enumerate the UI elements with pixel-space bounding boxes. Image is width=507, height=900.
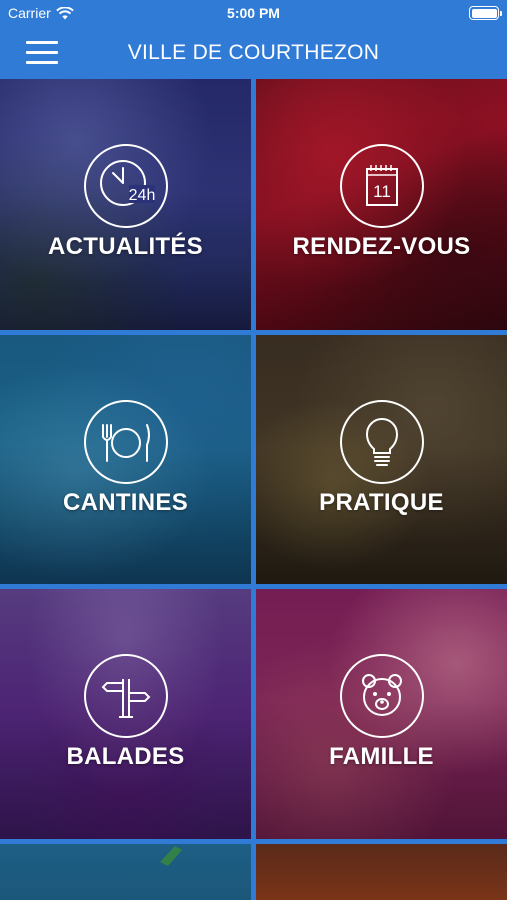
signpost-icon bbox=[83, 654, 168, 738]
tile-label-cantines: CANTINES bbox=[62, 489, 189, 516]
tile-pratique[interactable]: PRATIQUE bbox=[256, 335, 507, 584]
clock-24h-icon: 24h bbox=[83, 144, 168, 228]
tile-label-actualites: ACTUALITÉS bbox=[48, 233, 203, 260]
tile-partial-decoration bbox=[160, 846, 182, 866]
calendar-day-label: 11 bbox=[373, 182, 391, 201]
status-time: 5:00 PM bbox=[227, 5, 280, 21]
page-title: VILLE DE COURTHEZON bbox=[127, 41, 380, 64]
tile-rendez-vous[interactable]: 11 RENDEZ-VOUS bbox=[256, 79, 507, 330]
calendar-icon: 11 bbox=[339, 144, 424, 228]
teddy-bear-icon bbox=[339, 654, 424, 738]
menu-grid: 24h ACTUALITÉS 11 RENDEZ-VOUS CANTINES P… bbox=[0, 79, 507, 900]
tile-label-pratique: PRATIQUE bbox=[319, 489, 444, 516]
tile-cantines[interactable]: CANTINES bbox=[0, 335, 251, 584]
hamburger-menu-icon[interactable] bbox=[26, 40, 58, 66]
status-bar: Carrier 5:00 PM bbox=[0, 0, 507, 28]
tile-label-rendez-vous: RENDEZ-VOUS bbox=[292, 233, 471, 260]
clock-24h-label: 24h bbox=[128, 187, 155, 204]
tile-partial-left[interactable] bbox=[0, 844, 251, 900]
fork-plate-knife-icon bbox=[83, 400, 168, 484]
tile-balades[interactable]: BALADES bbox=[0, 589, 251, 839]
tile-actualites[interactable]: 24h ACTUALITÉS bbox=[0, 79, 251, 330]
tile-partial-right[interactable] bbox=[256, 844, 507, 900]
battery-icon bbox=[469, 6, 502, 20]
tile-label-balades: BALADES bbox=[66, 743, 185, 770]
tile-label-famille: FAMILLE bbox=[329, 743, 434, 770]
nav-bar: VILLE DE COURTHEZON bbox=[0, 28, 507, 78]
tile-famille[interactable]: FAMILLE bbox=[256, 589, 507, 839]
lightbulb-icon bbox=[339, 400, 424, 484]
